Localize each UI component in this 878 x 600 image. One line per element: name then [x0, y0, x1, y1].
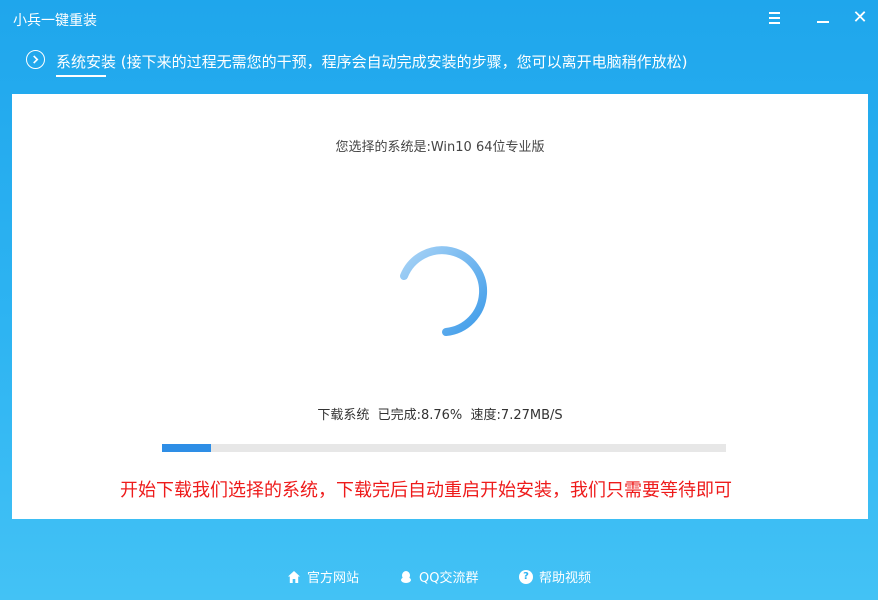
title-bar: 小兵一键重装 ✕ — [0, 0, 878, 38]
minimize-button[interactable] — [811, 6, 835, 30]
official-website-link[interactable]: 官方网站 — [287, 567, 359, 586]
home-icon — [288, 570, 300, 583]
help-video-label: 帮助视频 — [539, 571, 592, 586]
minimize-icon — [817, 21, 829, 23]
help-video-link[interactable]: ? 帮助视频 — [519, 567, 591, 586]
help-icon: ? — [519, 569, 533, 584]
progress-fill — [162, 444, 212, 452]
chevron-right-circle-icon — [26, 50, 45, 69]
close-button[interactable]: ✕ — [848, 6, 872, 30]
step-bar: 系统安装 (接下来的过程无需您的干预，程序会自动完成安装的步骤，您可以离开电脑稍… — [0, 46, 878, 78]
app-title: 小兵一键重装 — [13, 13, 97, 29]
main-panel: 您选择的系统是:Win10 64位专业版 下载系统 已完成:8.76% 速度:7… — [12, 94, 868, 519]
menu-icon — [768, 12, 780, 24]
step-underline — [56, 75, 106, 77]
annotation-notice: 开始下载我们选择的系统，下载完后自动重启开始安装，我们只需要等待即可 — [120, 480, 732, 501]
loading-spinner-icon — [400, 246, 488, 336]
download-progress-text: 下载系统 已完成:8.76% 速度:7.27MB/S — [317, 408, 563, 423]
step-description: 系统安装 (接下来的过程无需您的干预，程序会自动完成安装的步骤，您可以离开电脑稍… — [56, 53, 688, 71]
qq-group-label: QQ交流群 — [419, 571, 479, 586]
footer-links: 官方网站 QQ交流群 ? 帮助视频 — [0, 563, 878, 589]
close-icon: ✕ — [852, 7, 868, 28]
qq-penguin-icon — [401, 570, 411, 583]
selected-system-label: 您选择的系统是:Win10 64位专业版 — [335, 140, 545, 155]
official-website-label: 官方网站 — [307, 571, 360, 586]
qq-group-link[interactable]: QQ交流群 — [399, 567, 478, 586]
download-progress-bar — [162, 444, 726, 452]
menu-button[interactable] — [762, 6, 786, 30]
